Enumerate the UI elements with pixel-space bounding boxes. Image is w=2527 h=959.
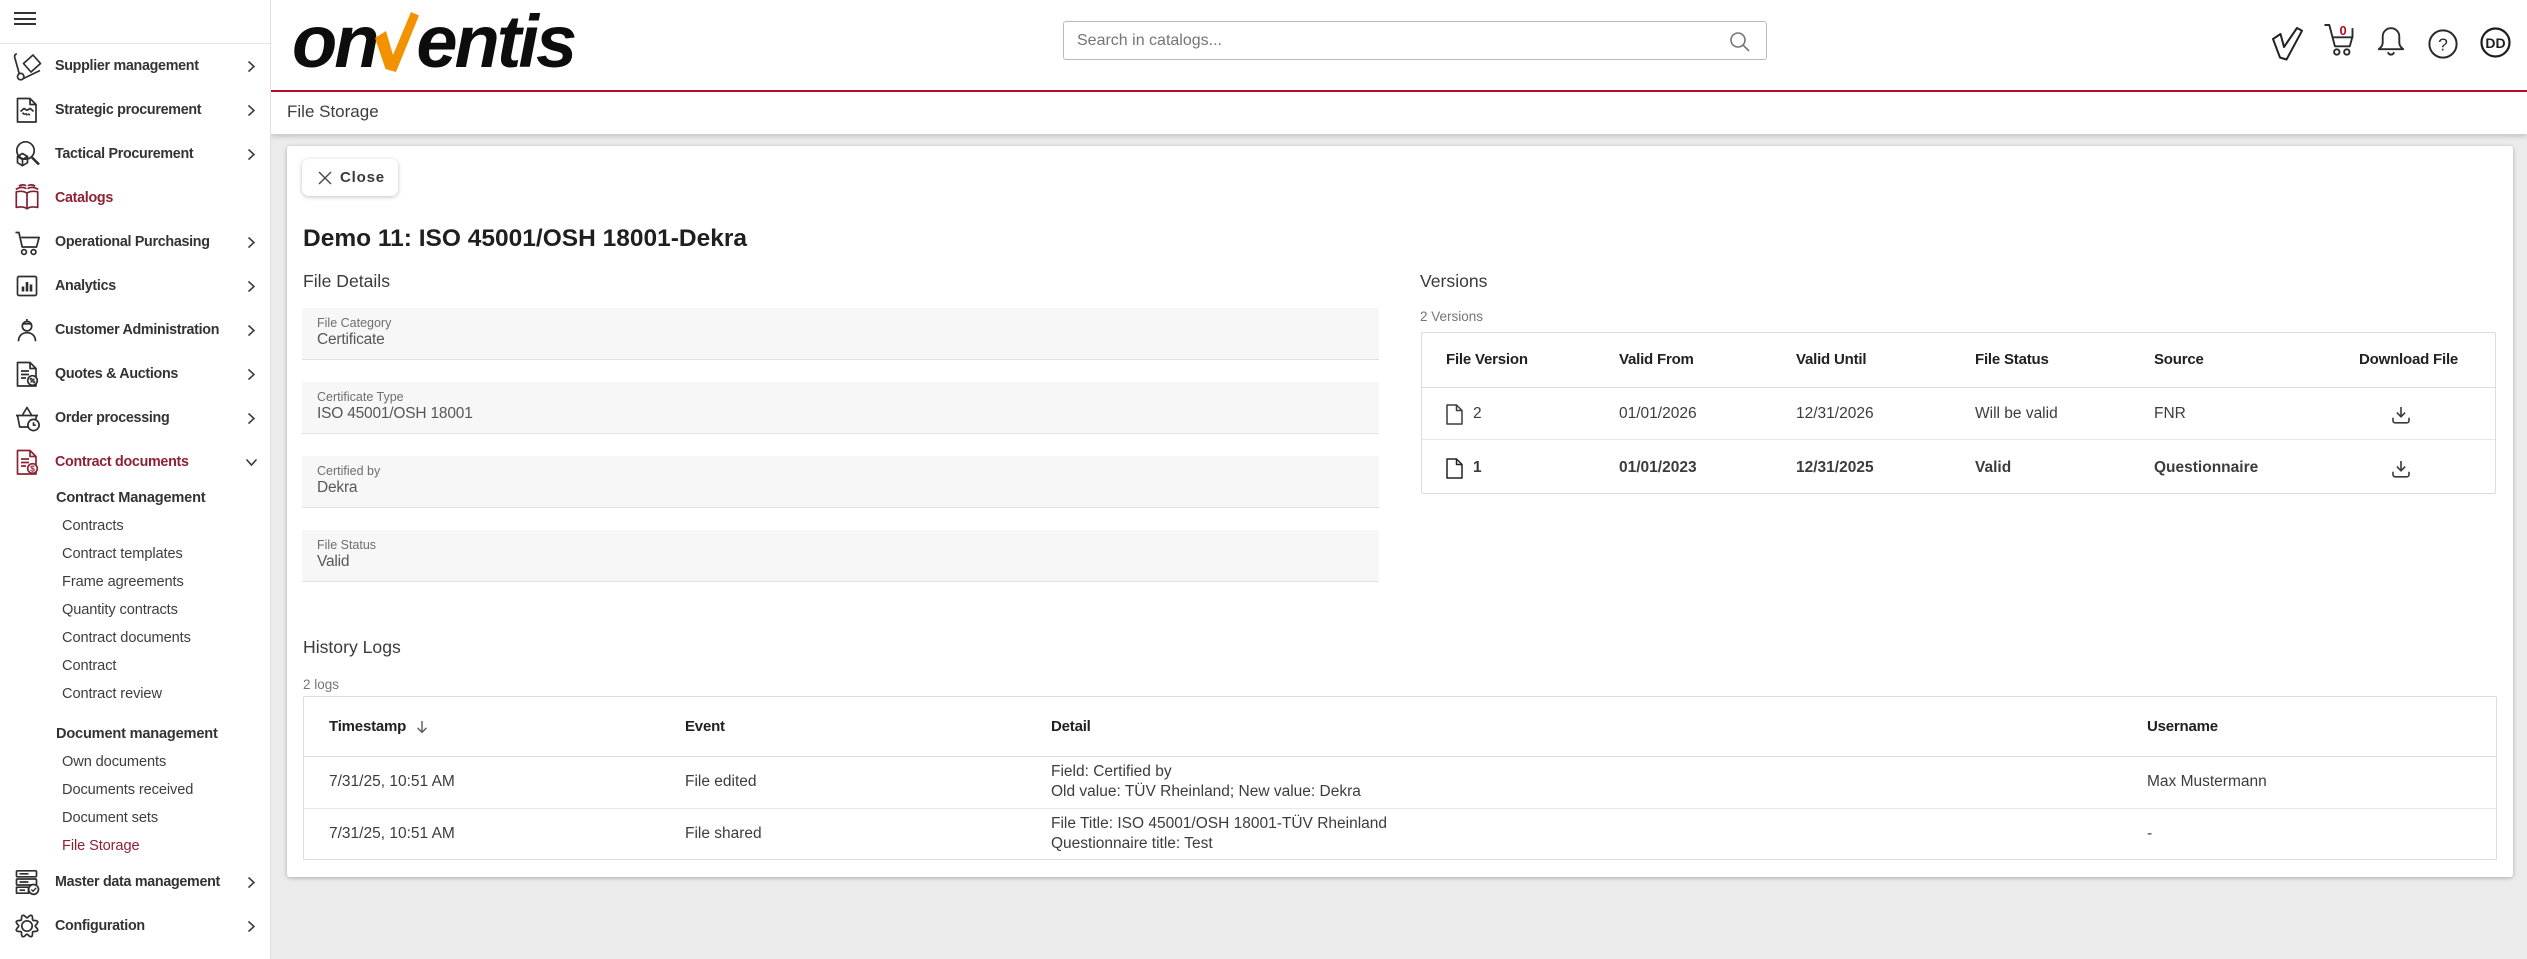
svg-text:?: ?: [2438, 35, 2448, 55]
svg-text:$: $: [30, 464, 35, 474]
svg-text:0: 0: [2340, 23, 2347, 38]
svg-text:DD: DD: [2485, 35, 2505, 51]
